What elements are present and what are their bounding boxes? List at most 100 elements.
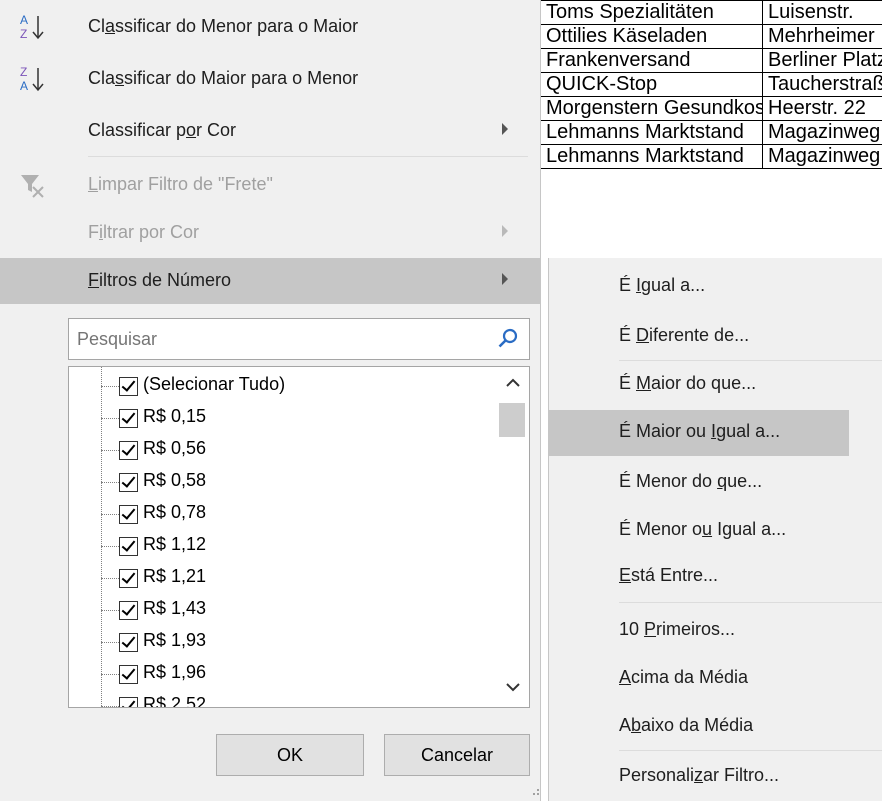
cancel-button[interactable]: Cancelar: [384, 734, 530, 776]
list-item[interactable]: (Selecionar Tudo): [69, 371, 489, 403]
sort-descending-label: Classificar do Maior para o Menor: [88, 68, 359, 88]
sort-ascending-icon: A Z: [20, 13, 44, 41]
table-cell[interactable]: Mehrheimer: [762, 24, 882, 49]
table-cell[interactable]: QUICK-Stop: [540, 72, 763, 97]
above-average-item[interactable]: Acima da Média: [549, 656, 882, 702]
sort-descending-item[interactable]: Z A Classificar do Maior para o Menor: [0, 56, 540, 102]
less-than-label: É Menor do que...: [619, 471, 763, 491]
filter-by-color-item[interactable]: Filtrar por Cor: [0, 210, 540, 256]
table-cell[interactable]: Lehmanns Marktstand: [540, 120, 763, 145]
checkbox[interactable]: [119, 697, 138, 707]
clear-filter-icon: [21, 175, 44, 198]
tree-line: [101, 642, 119, 643]
list-item-label: R$ 1,12: [143, 534, 207, 554]
checkbox[interactable]: [119, 409, 138, 428]
less-than-item[interactable]: É Menor do que...: [549, 460, 882, 506]
greater-than-label: É Maior do que...: [619, 373, 757, 393]
sort-ascending-item[interactable]: A Z Classificar do Menor para o Maior: [0, 4, 540, 50]
greater-than-item[interactable]: É Maior do que...: [549, 362, 882, 408]
equals-label: É Igual a...: [619, 275, 706, 295]
sort-by-color-item[interactable]: Classificar por Cor: [0, 108, 540, 154]
submenu-arrow-icon: [502, 273, 508, 285]
list-item[interactable]: R$ 1,12: [69, 531, 489, 563]
list-item-label: R$ 0,58: [143, 470, 207, 490]
list-item-label: R$ 1,96: [143, 662, 207, 682]
sort-by-color-label: Classificar por Cor: [88, 120, 237, 140]
list-item[interactable]: R$ 1,21: [69, 563, 489, 595]
between-label: Está Entre...: [619, 565, 719, 585]
table-cell[interactable]: Frankenversand: [540, 48, 763, 73]
resize-grip-icon[interactable]: [530, 788, 540, 798]
search-input[interactable]: [75, 325, 479, 353]
list-item-label: R$ 2,52: [143, 694, 207, 708]
equals-item[interactable]: É Igual a...: [549, 264, 882, 310]
list-item-label: R$ 1,93: [143, 630, 207, 650]
list-item[interactable]: R$ 2,52: [69, 691, 489, 708]
scroll-down-icon[interactable]: [503, 677, 523, 697]
menu-separator: [619, 602, 882, 603]
value-list[interactable]: (Selecionar Tudo) R$ 0,15 R$ 0,56 R$ 0,58 R$…: [68, 366, 530, 708]
top-10-item[interactable]: 10 Primeiros...: [549, 608, 882, 654]
number-filters-item[interactable]: Filtros de Número: [0, 258, 540, 304]
list-item-label: R$ 0,78: [143, 502, 207, 522]
tree-line: [101, 386, 119, 387]
scroll-up-icon[interactable]: [503, 373, 523, 393]
list-item[interactable]: R$ 1,96: [69, 659, 489, 691]
checkbox[interactable]: [119, 505, 138, 524]
checkbox[interactable]: [119, 601, 138, 620]
table-cell[interactable]: Lehmanns Marktstand: [540, 144, 763, 169]
tree-line: [101, 450, 119, 451]
less-equal-item[interactable]: É Menor ou Igual a...: [549, 508, 882, 554]
list-item[interactable]: R$ 0,15: [69, 403, 489, 435]
table-cell[interactable]: Luisenstr.: [762, 0, 882, 25]
ok-button[interactable]: OK: [216, 734, 364, 776]
table-cell[interactable]: Taucherstraße: [762, 72, 882, 97]
search-box[interactable]: [68, 318, 530, 360]
table-row: QUICK-StopTaucherstraße: [540, 72, 882, 97]
table-cell[interactable]: Ottilies Käseladen: [540, 24, 763, 49]
list-item[interactable]: R$ 0,56: [69, 435, 489, 467]
below-average-item[interactable]: Abaixo da Média: [549, 704, 882, 750]
table-row: Morgenstern Gesundkost Heerstr. 22: [540, 96, 882, 121]
data-table: Toms Spezialitäten Luisenstr. Ottilies Käs…: [540, 0, 882, 169]
above-average-label: Acima da Média: [619, 667, 749, 687]
list-item[interactable]: R$ 1,43: [69, 595, 489, 627]
table-cell[interactable]: Heerstr. 22: [762, 96, 882, 121]
number-filters-label: Filtros de Número: [88, 270, 232, 290]
list-item[interactable]: R$ 1,93: [69, 627, 489, 659]
clear-filter-label: Limpar Filtro de "Frete": [88, 174, 273, 194]
scrollbar-thumb[interactable]: [499, 403, 525, 437]
search-icon[interactable]: [497, 327, 519, 349]
list-item-label: R$ 1,43: [143, 598, 207, 618]
table-cell[interactable]: Toms Spezialitäten: [540, 0, 763, 25]
checkbox[interactable]: [119, 377, 138, 396]
table-row: Frankenversand Berliner Platz: [540, 48, 882, 73]
tree-line: [101, 578, 119, 579]
checkbox[interactable]: [119, 473, 138, 492]
table-cell[interactable]: Berliner Platz: [762, 48, 882, 73]
list-item[interactable]: R$ 0,78: [69, 499, 489, 531]
between-item[interactable]: Está Entre...: [549, 554, 882, 600]
menu-separator: [619, 360, 882, 361]
tree-line: [101, 514, 119, 515]
checkbox[interactable]: [119, 633, 138, 652]
clear-filter-item[interactable]: Limpar Filtro de "Frete": [0, 162, 540, 208]
not-equals-label: É Diferente de...: [619, 325, 750, 345]
checkbox[interactable]: [119, 537, 138, 556]
greater-equal-item[interactable]: É Maior ou Igual a...: [549, 410, 849, 456]
autofilter-menu: A Z Classificar do Menor para o Maior Z …: [0, 0, 541, 801]
not-equals-item[interactable]: É Diferente de...: [549, 314, 882, 360]
checkbox[interactable]: [119, 665, 138, 684]
checkbox[interactable]: [119, 569, 138, 588]
list-item[interactable]: R$ 0,58: [69, 467, 489, 499]
table-cell[interactable]: Magazinweg: [762, 120, 882, 145]
table-cell[interactable]: Morgenstern Gesundkost: [540, 96, 763, 121]
checkbox[interactable]: [119, 441, 138, 460]
sort-ascending-label: Classificar do Menor para o Maior: [88, 16, 359, 36]
table-row: Ottilies Käseladen Mehrheimer: [540, 24, 882, 49]
scrollbar[interactable]: [497, 367, 529, 707]
svg-text:A: A: [20, 79, 28, 93]
less-equal-label: É Menor ou Igual a...: [619, 519, 787, 539]
custom-filter-item[interactable]: Personalizar Filtro...: [549, 754, 882, 800]
table-cell[interactable]: Magazinweg: [762, 144, 882, 169]
